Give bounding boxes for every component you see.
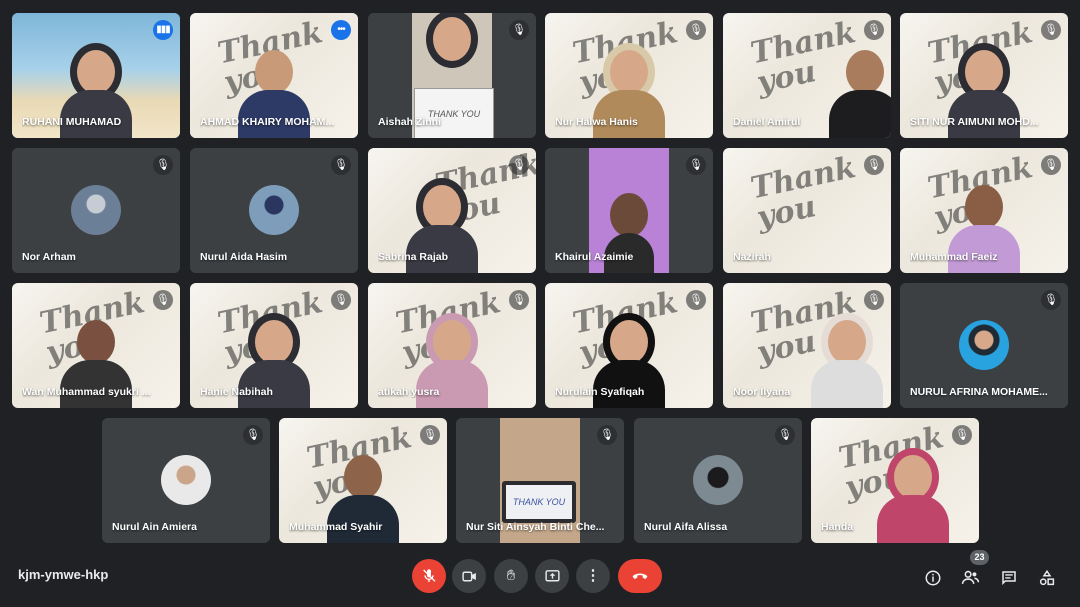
mic-off-icon: 🎙︎	[243, 425, 263, 445]
mic-off-icon: 🎙︎	[864, 290, 884, 310]
participant-name: AHMAD KHAIRY MOHAM...	[200, 116, 335, 128]
participant-avatar	[693, 455, 743, 505]
mic-off-icon: 🎙︎	[153, 155, 173, 175]
participant-name: Nurul Aifa Alissa	[644, 521, 728, 533]
participant-name: Wan Muhammad syukri ...	[22, 386, 151, 398]
participant-tile-siti-nur-aimuni[interactable]: Thank you 🎙︎ SITI NUR AIMUNI MOHD...	[900, 13, 1068, 138]
chat-icon	[1002, 570, 1016, 585]
meeting-details-button[interactable]	[920, 564, 946, 590]
participant-name: RUHANI MUHAMAD	[22, 116, 122, 128]
thank-you-sign: THANK YOU	[414, 88, 494, 138]
participant-tile-nurul-ain-amiera[interactable]: 🎙︎ Nurul Ain Amiera	[102, 418, 270, 543]
participant-tile-ahmad-khairy[interactable]: Thank you ••• AHMAD KHAIRY MOHAM...	[190, 13, 358, 138]
participant-name: Noor Ilyana	[733, 386, 791, 398]
more-options-button[interactable]: ⋮	[576, 559, 610, 593]
participant-name: Hanie Nabihah	[200, 386, 273, 398]
people-button[interactable]	[957, 564, 983, 590]
participant-tile-nur-siti-ainsyah[interactable]: THANK YOU 🎙︎ Nur Siti Ainsyah Binti Che.…	[456, 418, 624, 543]
mic-toggle-button[interactable]	[412, 559, 446, 593]
participant-tile-khairul-azaimie[interactable]: 🎙︎ Khairul Azaimie	[545, 148, 713, 273]
present-now-button[interactable]	[535, 559, 569, 593]
participant-tile-noor-ilyana[interactable]: Thank you 🎙︎ Noor Ilyana	[723, 283, 891, 408]
participant-name: Sabrina Rajab	[378, 251, 449, 263]
more-options-icon: ⋮	[585, 567, 601, 584]
mic-off-icon: 🎙︎	[775, 425, 795, 445]
end-call-icon	[632, 573, 648, 579]
raise-hand-icon: ✋︎	[506, 567, 516, 584]
people-icon	[961, 570, 979, 584]
participant-tile-aishah-zinni[interactable]: THANK YOU 🎙︎ Aishah Zinni	[368, 13, 536, 138]
participant-name: Nur Siti Ainsyah Binti Che...	[466, 521, 605, 533]
participant-tile-nor-arham[interactable]: 🎙︎ Nor Arham	[12, 148, 180, 273]
participant-tile-hanie-nabihah[interactable]: Thank you 🎙︎ Hanie Nabihah	[190, 283, 358, 408]
participant-tile-nurulain-syafiqah[interactable]: Thank you 🎙︎ Nurulain Syafiqah	[545, 283, 713, 408]
mic-off-icon: 🎙︎	[1041, 155, 1061, 175]
mic-off-icon: 🎙︎	[597, 425, 617, 445]
mic-off-icon: 🎙︎	[686, 155, 706, 175]
participant-tile-nurul-aifa-alissa[interactable]: 🎙︎ Nurul Aifa Alissa	[634, 418, 802, 543]
participant-name: Daniel Amirul	[733, 116, 801, 128]
participant-tile-muhammad-faeiz[interactable]: Thank you 🎙︎ Muhammad Faeiz	[900, 148, 1068, 273]
participant-name: atikah yusra	[378, 386, 440, 398]
participant-avatar	[959, 320, 1009, 370]
participant-tile-wan-muhammad-syukri[interactable]: Thank you 🎙︎ Wan Muhammad syukri ...	[12, 283, 180, 408]
participant-tile-ruhani-muhamad[interactable]: ▮▮▮ RUHANI MUHAMAD	[12, 13, 180, 138]
mic-off-icon: 🎙︎	[153, 290, 173, 310]
participant-tile-nurul-aida-hasim[interactable]: 🎙︎ Nurul Aida Hasim	[190, 148, 358, 273]
participant-name: Nor Arham	[22, 251, 76, 263]
participant-name: Handa	[821, 521, 854, 533]
participant-name: Nur Halwa Hanis	[555, 116, 638, 128]
participant-tile-nurul-afrina[interactable]: 🎙︎ NURUL AFRINA MOHAME...	[900, 283, 1068, 408]
more-dots-icon[interactable]: •••	[331, 20, 351, 40]
mic-off-icon: 🎙︎	[1041, 290, 1061, 310]
participant-name: Nazirah	[733, 251, 771, 263]
participant-tile-muhammad-syahir[interactable]: Thank you 🎙︎ Muhammad Syahir	[279, 418, 447, 543]
leave-call-button[interactable]	[618, 559, 662, 593]
participant-avatar	[71, 185, 121, 235]
participant-name: Muhammad Syahir	[289, 521, 383, 533]
activities-button[interactable]	[1034, 564, 1060, 590]
bottom-toolbar: kjm-ymwe-hkp ✋︎ ⋮ 23	[0, 548, 1080, 607]
info-icon	[925, 570, 941, 586]
participant-name: Aishah Zinni	[378, 116, 441, 128]
mic-off-icon: 🎙︎	[331, 290, 351, 310]
mic-off-icon: 🎙︎	[420, 425, 440, 445]
mic-off-icon: 🎙︎	[864, 155, 884, 175]
activities-icon	[1039, 569, 1055, 585]
participant-count-badge: 23	[970, 550, 989, 565]
audio-level-icon: ▮▮▮	[153, 20, 173, 40]
participant-tile-handa[interactable]: Thank you 🎙︎ Handa	[811, 418, 979, 543]
mic-off-icon	[423, 569, 436, 583]
mic-off-icon: 🎙︎	[509, 20, 529, 40]
participant-name: NURUL AFRINA MOHAME...	[910, 386, 1048, 398]
participant-avatar	[161, 455, 211, 505]
mic-off-icon: 🎙︎	[952, 425, 972, 445]
meeting-code[interactable]: kjm-ymwe-hkp	[18, 567, 108, 582]
participant-name: Nurul Ain Amiera	[112, 521, 197, 533]
participant-name: Muhammad Faeiz	[910, 251, 998, 263]
participant-tile-nur-halwa-hanis[interactable]: Thank you 🎙︎ Nur Halwa Hanis	[545, 13, 713, 138]
participant-avatar	[249, 185, 299, 235]
camera-icon	[461, 571, 476, 581]
mic-off-icon: 🎙︎	[331, 155, 351, 175]
mic-off-icon: 🎙︎	[509, 290, 529, 310]
participant-name: Nurulain Syafiqah	[555, 386, 645, 398]
mic-off-icon: 🎙︎	[509, 155, 529, 175]
mic-off-icon: 🎙︎	[864, 20, 884, 40]
chat-button[interactable]	[996, 564, 1022, 590]
mic-off-icon: 🎙︎	[686, 290, 706, 310]
participant-tile-atikah-yusra[interactable]: Thank you 🎙︎ atikah yusra	[368, 283, 536, 408]
raise-hand-button[interactable]: ✋︎	[494, 559, 528, 593]
thank-you-sign: THANK YOU	[506, 485, 572, 519]
mic-off-icon: 🎙︎	[1041, 20, 1061, 40]
mic-off-icon: 🎙︎	[686, 20, 706, 40]
participant-name: SITI NUR AIMUNI MOHD...	[910, 116, 1039, 128]
present-screen-icon	[544, 569, 560, 581]
camera-toggle-button[interactable]	[452, 559, 486, 593]
participant-tile-nazirah[interactable]: Thank you 🎙︎ Nazirah	[723, 148, 891, 273]
participant-name: Khairul Azaimie	[555, 251, 634, 263]
participant-tile-sabrina-rajab[interactable]: Thank you 🎙︎ Sabrina Rajab	[368, 148, 536, 273]
participant-tile-daniel-amirul[interactable]: Thank you 🎙︎ Daniel Amirul	[723, 13, 891, 138]
participant-name: Nurul Aida Hasim	[200, 251, 288, 263]
